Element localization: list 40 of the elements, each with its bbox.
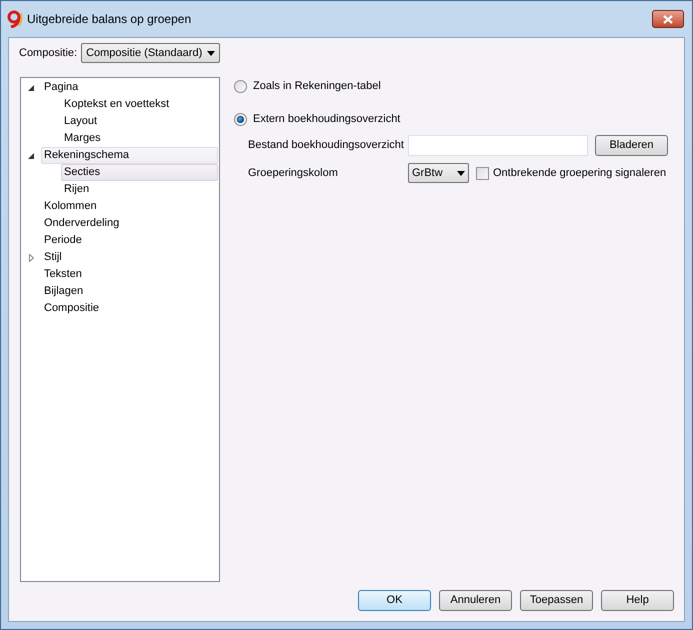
tree-item[interactable]: Teksten [41, 266, 218, 283]
missing-grouping-checkbox[interactable] [476, 166, 489, 180]
window-title: Uitgebreide balans op groepen [27, 11, 192, 28]
radio-label: Extern boekhoudingsoverzicht [253, 112, 400, 128]
composition-dropdown[interactable]: Compositie (Standaard) [81, 43, 220, 63]
close-button[interactable] [652, 10, 684, 28]
tree-item[interactable]: Rekeningschema [41, 147, 218, 164]
radio-label: Zoals in Rekeningen-tabel [253, 79, 381, 94]
dialog-button[interactable]: Annuleren [439, 590, 512, 611]
dropdown-arrow-icon [207, 50, 216, 56]
tree-item[interactable]: Bijlagen [41, 283, 218, 300]
tree-item[interactable]: Compositie [41, 300, 218, 317]
tree-item[interactable]: Rijen [61, 181, 218, 198]
dialog-button[interactable]: Toepassen [520, 590, 593, 611]
collapsed-arrow-icon[interactable] [28, 254, 34, 262]
dialog-button[interactable]: OK [358, 590, 431, 611]
tree-item[interactable]: Periode [41, 232, 218, 249]
grouping-dropdown[interactable]: GrBtw [408, 163, 469, 183]
grouping-label: Groeperingskolom [248, 166, 339, 181]
file-label: Bestand boekhoudingsoverzicht [248, 138, 405, 153]
tree-item[interactable]: Pagina [41, 79, 218, 96]
tree-item[interactable]: Secties [61, 164, 218, 181]
checkbox-label: Ontbrekende groepering signaleren [493, 166, 666, 181]
tree-item[interactable]: Koptekst en voettekst [61, 96, 218, 113]
close-icon [663, 14, 673, 24]
tree-item[interactable]: Layout [61, 113, 218, 130]
tree-item[interactable]: Kolommen [41, 198, 218, 215]
tree-item[interactable]: Stijl [41, 249, 218, 266]
dialog-button[interactable]: Help [601, 590, 674, 611]
composition-label: Compositie: [19, 46, 78, 61]
file-input-field[interactable] [408, 134, 588, 156]
app-logo-icon [7, 10, 23, 28]
radio-button[interactable] [234, 80, 247, 93]
expanded-arrow-icon[interactable] [28, 84, 34, 90]
dropdown-arrow-icon [457, 170, 465, 176]
radio-button[interactable] [234, 113, 247, 126]
browse-button[interactable]: Bladeren [595, 134, 668, 156]
expanded-arrow-icon[interactable] [28, 152, 34, 158]
tree-item[interactable]: Onderverdeling [41, 215, 218, 232]
tree-item[interactable]: Marges [61, 130, 218, 147]
